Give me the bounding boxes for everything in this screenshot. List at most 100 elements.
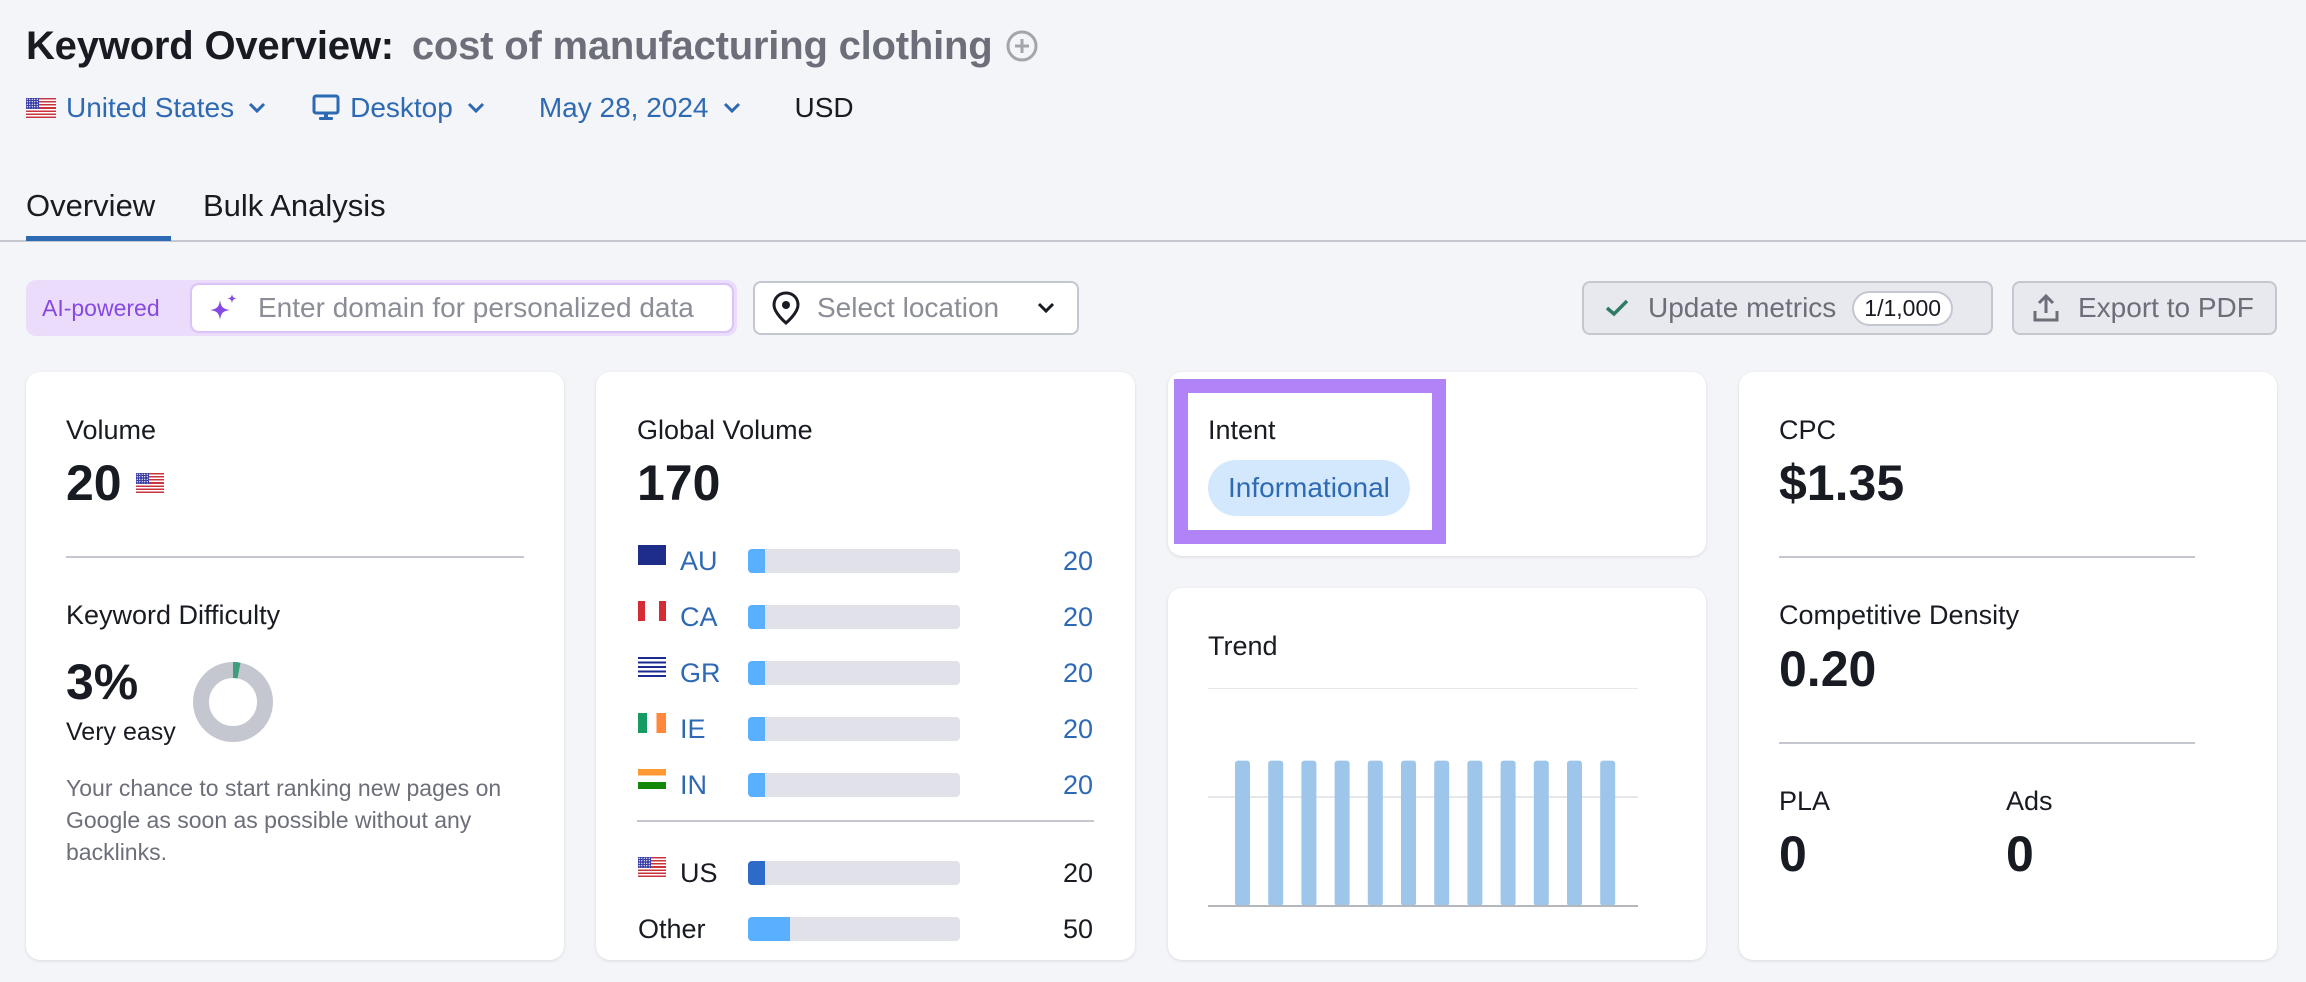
- tab-bulk-analysis[interactable]: Bulk Analysis: [203, 170, 386, 242]
- volume-bar-fill: [748, 917, 791, 941]
- country-code: IE: [680, 713, 706, 744]
- device-dropdown[interactable]: Desktop: [312, 92, 485, 124]
- ads-value: 0: [2006, 826, 2034, 882]
- difficulty-donut: [193, 662, 273, 742]
- ai-domain-search: AI-powered: [26, 280, 737, 336]
- difficulty-value: 3%: [66, 654, 139, 710]
- trend-bar[interactable]: [1367, 760, 1383, 906]
- cpc-card: CPC $1.35 Competitive Density 0.20 PLA 0…: [1739, 372, 2277, 960]
- other-label: Other: [638, 913, 706, 944]
- ads-label: Ads: [2006, 786, 2053, 816]
- trend-bar[interactable]: [1268, 760, 1284, 906]
- divider: [637, 820, 1094, 822]
- intent-badge[interactable]: Informational: [1208, 460, 1410, 516]
- device-label: Desktop: [350, 92, 453, 123]
- volume-bar: [748, 717, 960, 741]
- plus-circle-icon[interactable]: [1005, 29, 1039, 63]
- tab-overview[interactable]: Overview: [26, 170, 155, 242]
- volume-bar: [748, 661, 960, 685]
- trend-bar[interactable]: [1467, 760, 1483, 906]
- location-pin-icon: [772, 291, 800, 325]
- trend-bar[interactable]: [1235, 760, 1250, 906]
- domain-input[interactable]: [258, 292, 728, 324]
- date-dropdown[interactable]: May 28, 2024: [539, 92, 741, 124]
- pla-value: 0: [1779, 826, 1807, 882]
- trend-label: Trend: [1208, 631, 1278, 661]
- country-row-ca[interactable]: CA 20: [638, 600, 1093, 634]
- pla-label: PLA: [1779, 786, 1831, 816]
- trend-bar[interactable]: [1500, 760, 1516, 906]
- ai-powered-label: AI-powered: [42, 294, 160, 321]
- country-volume: 20: [1062, 713, 1093, 744]
- update-metrics-button[interactable]: Update metrics 1/1,000: [1582, 281, 1993, 335]
- country-volume: 20: [1062, 857, 1093, 888]
- country-volume: 20: [1062, 601, 1093, 632]
- trend-bar[interactable]: [1434, 760, 1450, 906]
- country-dropdown[interactable]: United States: [26, 92, 266, 124]
- trend-bar[interactable]: [1533, 760, 1549, 906]
- volume-bar-fill: [748, 661, 765, 685]
- volume-bar-fill: [748, 549, 765, 573]
- country-code: US: [680, 857, 718, 888]
- density-label: Competitive Density: [1779, 600, 2020, 630]
- country-row-us: US 20: [638, 856, 1093, 890]
- location-select[interactable]: Select location: [753, 281, 1079, 335]
- country-row-other: Other 50: [638, 912, 1093, 946]
- divider: [1779, 556, 2195, 558]
- country-volume: 50: [1062, 913, 1093, 944]
- trend-chart: [1208, 688, 1638, 907]
- trend-bar[interactable]: [1301, 760, 1317, 906]
- location-placeholder: Select location: [817, 292, 1000, 323]
- date-label: May 28, 2024: [538, 92, 709, 123]
- us-flag-icon: [135, 473, 164, 493]
- volume-card: Volume 20 Keyword Difficulty 3% Very eas…: [26, 372, 564, 960]
- country-row-ie[interactable]: IE 20: [638, 712, 1093, 746]
- trend-bar[interactable]: [1600, 760, 1616, 906]
- country-row-au[interactable]: AU 20: [638, 544, 1093, 578]
- keyword-text: cost of manufacturing clothing: [411, 23, 993, 68]
- country-volume: 20: [1062, 657, 1093, 688]
- ca-flag-icon: [638, 601, 666, 621]
- trend-bar[interactable]: [1401, 760, 1416, 906]
- chevron-down-icon: [1037, 302, 1055, 314]
- country-row-gr[interactable]: GR 20: [638, 656, 1093, 690]
- page-title: Keyword Overview:: [26, 23, 394, 68]
- trend-bar[interactable]: [1334, 760, 1350, 906]
- difficulty-text: Very easy: [66, 718, 176, 746]
- volume-bar: [748, 773, 960, 797]
- tab-bar: Overview Bulk Analysis: [0, 170, 2306, 244]
- chevron-down-icon: [723, 102, 740, 114]
- difficulty-description: Your chance to start ranking new pages o…: [66, 775, 502, 865]
- volume-bar-fill: [748, 861, 765, 885]
- divider: [66, 556, 524, 558]
- divider: [1779, 742, 2195, 744]
- currency-label: USD: [794, 92, 854, 123]
- au-flag-icon: [638, 545, 666, 565]
- chevron-down-icon: [467, 102, 484, 114]
- country-row-in[interactable]: IN 20: [638, 768, 1093, 802]
- country-code: GR: [680, 657, 721, 688]
- page-header: Keyword Overview: cost of manufacturing …: [26, 18, 1039, 74]
- donut-track: [193, 662, 273, 742]
- domain-input-wrapper[interactable]: [190, 283, 734, 333]
- density-value: 0.20: [1779, 641, 1877, 697]
- export-pdf-button[interactable]: Export to PDF: [2012, 281, 2277, 335]
- volume-bar: [748, 917, 960, 941]
- sparkle-icon: [210, 294, 237, 320]
- volume-label: Volume: [66, 415, 157, 445]
- cpc-label: CPC: [1779, 415, 1837, 445]
- difficulty-label: Keyword Difficulty: [66, 600, 281, 630]
- export-label: Export to PDF: [2078, 292, 2254, 323]
- chevron-down-icon: [249, 102, 266, 114]
- volume-bar: [748, 605, 960, 629]
- in-flag-icon: [638, 769, 666, 789]
- active-tab-indicator: [26, 236, 171, 241]
- volume-bar-fill: [748, 605, 765, 629]
- trend-bar[interactable]: [1567, 760, 1582, 906]
- update-metrics-label: Update metrics: [1648, 292, 1837, 323]
- volume-value-row: 20: [66, 454, 164, 512]
- cpc-value: $1.35: [1779, 455, 1905, 511]
- country-code: AU: [680, 545, 718, 576]
- update-limit-badge: 1/1,000: [1852, 290, 1954, 326]
- country-code: IN: [680, 769, 707, 800]
